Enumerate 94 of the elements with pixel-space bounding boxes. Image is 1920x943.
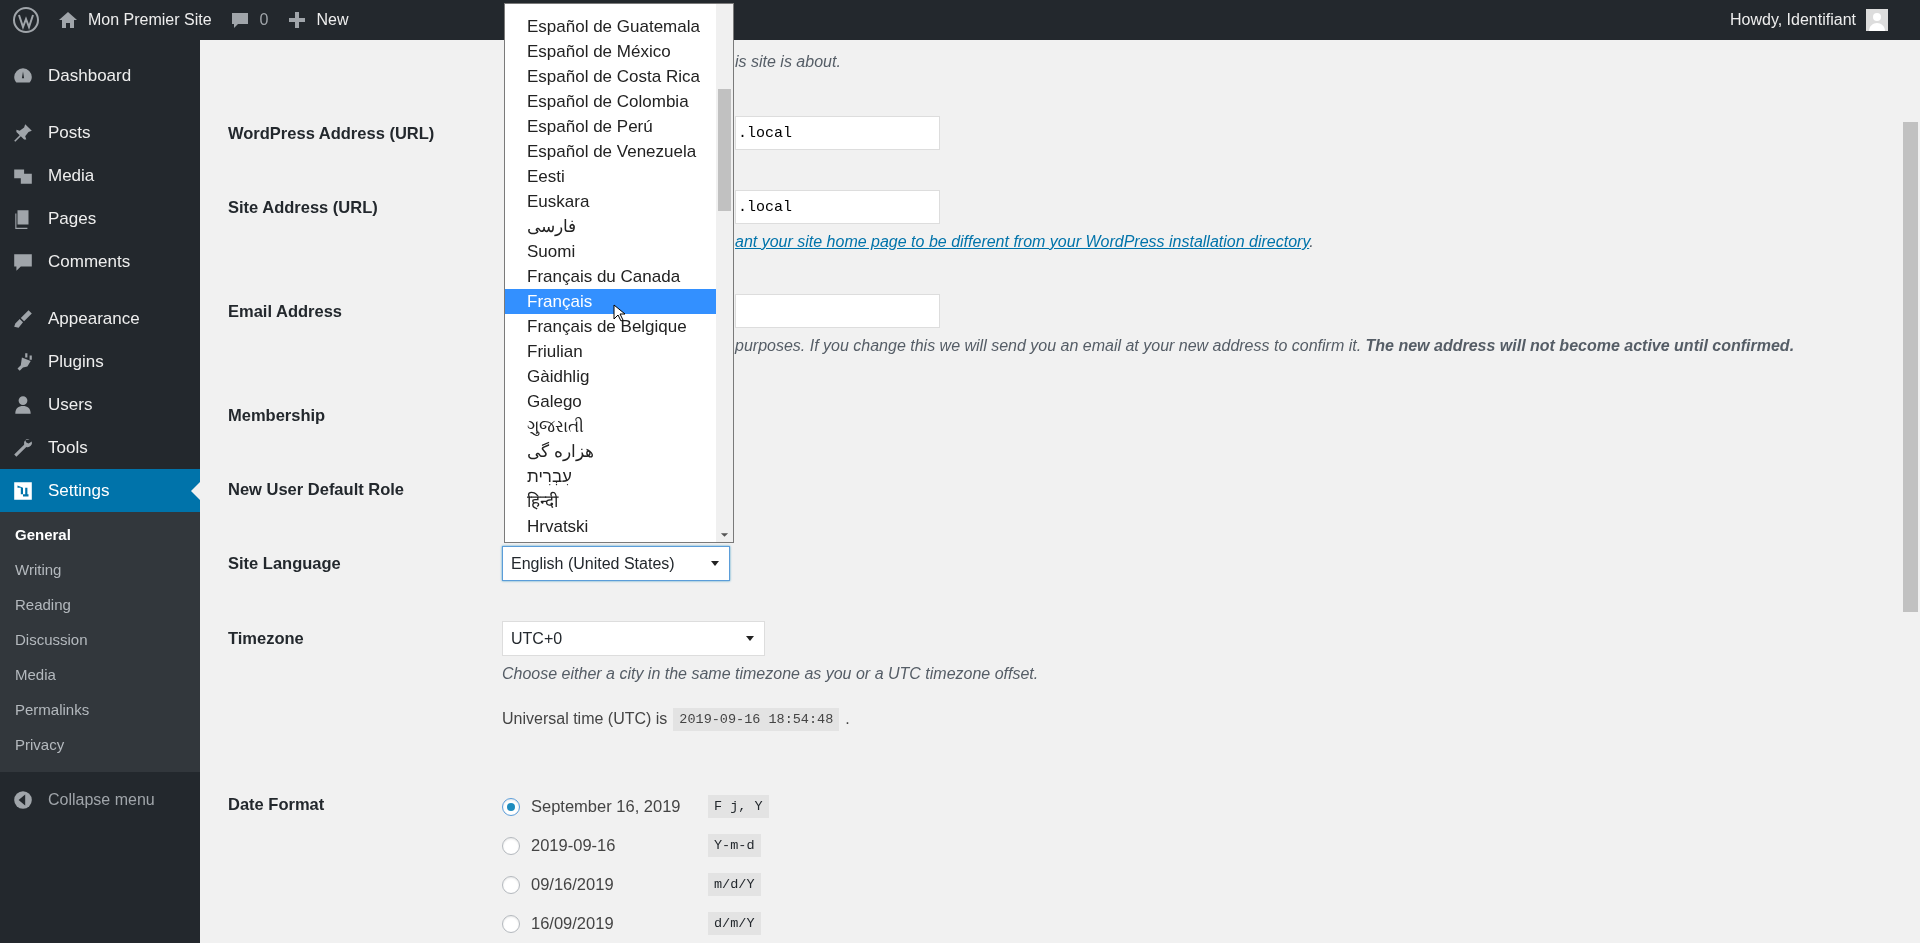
utc-period: . (845, 710, 850, 728)
hint-link[interactable]: ant your site home page to be different from your WordPress installation directory (735, 233, 1310, 250)
sidebar-item[interactable]: Comments (0, 240, 200, 283)
field-label: WordPress Address (URL) (228, 123, 435, 144)
select-value: English (United States) (511, 554, 675, 573)
language-option[interactable]: ગુજરાતી (505, 414, 716, 439)
date-format-label: 09/16/2019 (531, 875, 615, 894)
submenu-item[interactable]: Permalinks (0, 692, 90, 727)
language-option[interactable]: עִבְרִית (505, 464, 716, 489)
field-label: Site Address (URL) (228, 197, 378, 218)
language-option[interactable]: فارسی (505, 214, 716, 239)
submenu-item[interactable]: General (0, 517, 71, 552)
field-label: Timezone (228, 628, 304, 649)
radio-button[interactable] (502, 875, 520, 894)
utc-time: 2019-09-16 18:54:48 (673, 707, 840, 731)
radio-button[interactable] (502, 797, 520, 816)
field-hint: purposes. If you change this we will send you an email at your new address to confirm it. The new address will not become active until confirmed. (735, 336, 1795, 356)
submenu-item[interactable]: Discussion (0, 622, 88, 657)
language-option[interactable]: हिन्दी (505, 489, 716, 514)
sidebar-item[interactable]: Media (0, 154, 200, 197)
timezone-hint: Choose either a city in the same timezone as you or a UTC timezone offset. (502, 664, 1039, 684)
submenu-item[interactable]: Reading (0, 587, 71, 622)
language-option[interactable]: Español de México (505, 39, 716, 64)
greeting-link[interactable]: Howdy, Identifiant (1730, 11, 1856, 29)
scroll-down-arrow-icon[interactable] (720, 532, 729, 538)
sidebar-item[interactable]: Settings (0, 469, 200, 512)
site-name-link[interactable]: Mon Premier Site (88, 11, 212, 29)
language-option[interactable]: Español de Venezuela (505, 139, 716, 164)
scrollbar-thumb[interactable] (1903, 122, 1918, 612)
sidebar-item[interactable]: Pages (0, 197, 200, 240)
field-label: Membership (228, 405, 326, 426)
language-option[interactable]: Euskara (505, 189, 716, 214)
language-option[interactable]: هزاره گی (505, 439, 716, 464)
format-code: Y-m-d (708, 834, 761, 857)
sidebar-item[interactable]: Users (0, 383, 200, 426)
language-option[interactable]: Español de Colombia (505, 89, 716, 114)
submenu-item[interactable]: Media (0, 657, 56, 692)
sidebar-item[interactable]: Dashboard (0, 54, 200, 97)
language-option[interactable]: Gàidhlig (505, 364, 716, 389)
wrench-icon (12, 436, 34, 459)
radio-button[interactable] (502, 836, 520, 855)
format-code: m/d/Y (708, 873, 761, 896)
utc-label: Universal time (UTC) is (502, 710, 668, 728)
timezone-select[interactable]: UTC+0 (502, 621, 765, 656)
sidebar-item[interactable]: Tools (0, 426, 200, 469)
language-option[interactable]: Español de Costa Rica (505, 64, 716, 89)
field-label: Date Format (228, 794, 325, 815)
sidebar-item[interactable]: Appearance (0, 297, 200, 340)
comment-count: 0 (259, 11, 269, 29)
language-option[interactable]: Español de Guatemala (505, 14, 716, 39)
sidebar-item[interactable]: Plugins (0, 340, 200, 383)
date-format-label: 16/09/2019 (531, 914, 615, 933)
tagline-hint: is site is about. (735, 52, 842, 72)
text-input[interactable] (735, 294, 940, 328)
list-scrollbar[interactable] (716, 4, 733, 542)
home-icon[interactable] (58, 10, 78, 30)
mouse-pointer-icon (613, 304, 625, 322)
format-code: d/m/Y (708, 912, 761, 935)
caret-icon (711, 561, 719, 566)
language-option[interactable]: Español de Perú (505, 114, 716, 139)
language-option[interactable]: Hrvatski (505, 514, 716, 539)
field-label: Email Address (228, 301, 343, 322)
date-format-label: 2019-09-16 (531, 836, 617, 855)
new-link[interactable]: New (316, 11, 349, 29)
text-input[interactable]: .local (735, 190, 940, 224)
language-option[interactable]: Friulian (505, 339, 716, 364)
language-option[interactable]: Eesti (505, 164, 716, 189)
sidebar-item[interactable]: Posts (0, 111, 200, 154)
caret-icon (746, 636, 754, 641)
sliders-icon (12, 479, 34, 502)
radio-button[interactable] (502, 914, 520, 933)
language-option[interactable]: Suomi (505, 239, 716, 264)
language-option[interactable]: Français de Belgique (505, 314, 716, 339)
collapse-menu-button[interactable]: Collapse menu (0, 782, 155, 818)
submenu-item[interactable]: Privacy (0, 727, 65, 762)
avatar-icon[interactable] (1866, 9, 1888, 31)
wordpress-logo-icon[interactable] (12, 6, 40, 34)
pushpin-icon (12, 121, 34, 144)
field-hint: ant your site home page to be different from your WordPress installation directory. (735, 232, 1314, 252)
text-input[interactable]: .local (735, 116, 940, 150)
speech-bubble-icon[interactable] (229, 10, 250, 30)
field-label: Site Language (228, 553, 341, 574)
language-option[interactable]: Français du Canada (505, 264, 716, 289)
scrollbar-thumb[interactable] (718, 89, 731, 211)
brush-icon (12, 307, 34, 330)
format-code: F j, Y (708, 795, 769, 818)
language-select[interactable]: English (United States) (502, 546, 730, 581)
select-value: UTC+0 (511, 629, 563, 648)
field-label: New User Default Role (228, 479, 405, 500)
plus-icon[interactable] (286, 10, 307, 30)
user-icon (12, 393, 34, 416)
date-format-label: September 16, 2019 (531, 797, 682, 816)
language-option[interactable]: Galego (505, 389, 716, 414)
submenu-item[interactable]: Writing (0, 552, 62, 587)
